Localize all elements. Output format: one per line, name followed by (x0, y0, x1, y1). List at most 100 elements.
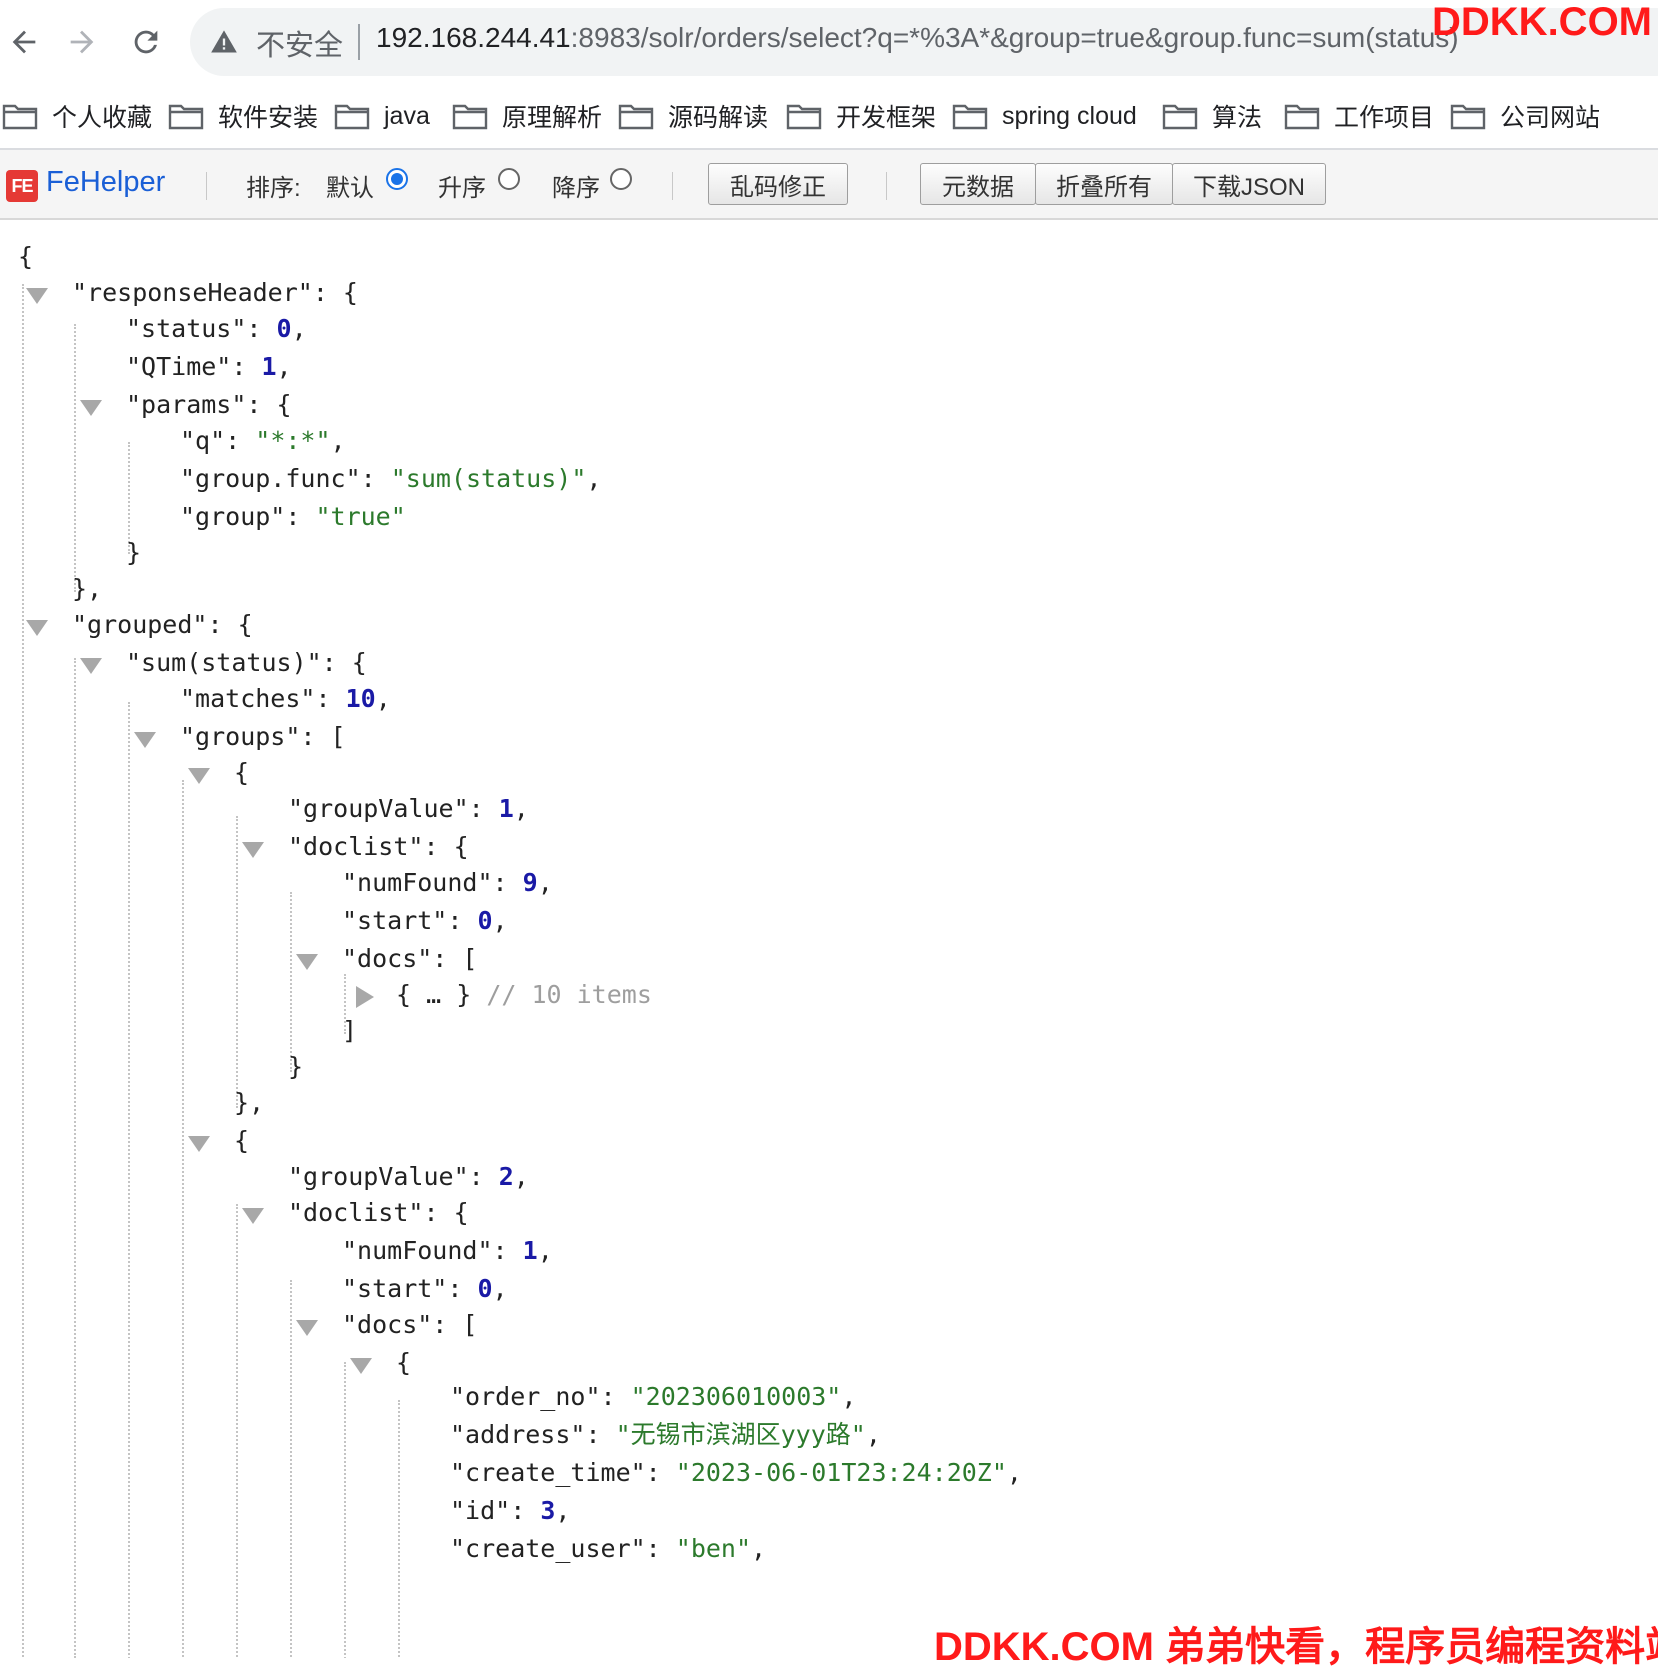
collapse-triangle-icon[interactable] (134, 732, 156, 748)
fix-encoding-button[interactable]: 乱码修正 (708, 163, 848, 205)
sort-option-desc-label: 降序 (552, 175, 600, 202)
json-line: "groups": [ (180, 720, 346, 754)
metadata-button[interactable]: 元数据 (920, 163, 1036, 205)
bookmark-label: spring cloud (1002, 101, 1137, 130)
sort-default-radio[interactable] (386, 168, 408, 190)
json-line: { (18, 240, 33, 274)
json-string: "2023-06-01T23:24:20Z" (675, 1458, 1007, 1487)
bookmark-folder[interactable]: 原理解析 (452, 96, 602, 136)
json-line: { (396, 1346, 411, 1380)
json-token: "doclist": { (288, 832, 469, 861)
json-string: "ben" (675, 1534, 752, 1563)
json-line: { (234, 756, 249, 790)
json-token: "group.func": (180, 464, 391, 493)
json-token: "create_time": (450, 1458, 676, 1487)
bookmark-folder[interactable]: spring cloud (952, 96, 1137, 136)
json-token: "order_no": (450, 1382, 631, 1411)
tree-guide (344, 1362, 346, 1658)
json-token: , (537, 868, 553, 897)
bookmark-label: 工作项目 (1334, 104, 1435, 132)
collapse-triangle-icon[interactable] (26, 288, 48, 304)
json-token: "groupValue": (288, 794, 499, 823)
sort-asc-radio[interactable] (498, 168, 520, 190)
url-text[interactable]: 192.168.244.41:8983/solr/orders/select?q… (376, 22, 1459, 54)
bookmark-folder[interactable]: java (334, 96, 430, 136)
collapse-all-button[interactable]: 折叠所有 (1035, 163, 1173, 205)
json-token: , (586, 464, 602, 493)
bookmark-folder[interactable]: 开发框架 (786, 96, 936, 136)
bookmark-folder[interactable]: 软件安装 (168, 96, 318, 136)
collapse-triangle-icon[interactable] (242, 1208, 264, 1224)
bookmark-folder[interactable]: 算法 (1162, 96, 1262, 136)
download-json-button[interactable]: 下载JSON (1172, 163, 1326, 205)
omnibox-divider (358, 24, 360, 60)
collapse-triangle-icon[interactable] (350, 1358, 372, 1374)
json-line: "responseHeader": { (72, 276, 358, 310)
sort-desc-radio[interactable] (610, 168, 632, 190)
json-line: "sum(status)": { (126, 646, 367, 680)
json-token: } (126, 538, 142, 567)
collapse-triangle-icon[interactable] (80, 400, 102, 416)
json-number: 3 (540, 1496, 556, 1525)
collapse-triangle-icon[interactable] (296, 954, 318, 970)
collapse-triangle-icon[interactable] (80, 658, 102, 674)
back-button[interactable] (0, 18, 48, 66)
json-token: , (291, 314, 307, 343)
folder-icon (334, 104, 370, 130)
json-viewer: { "responseHeader": {"status": 0, "QTime":… (0, 220, 1658, 1658)
collapse-triangle-icon[interactable] (296, 1320, 318, 1336)
bookmark-label: 原理解析 (502, 104, 603, 132)
folder-icon (452, 104, 488, 130)
collapse-triangle-icon[interactable] (242, 842, 264, 858)
json-token: "address": (450, 1420, 616, 1449)
tree-guide (74, 658, 76, 1658)
json-token: "params": { (126, 390, 292, 419)
json-token: "id": (450, 1496, 541, 1525)
collapse-triangle-icon[interactable] (188, 1136, 210, 1152)
json-token: , (492, 1274, 508, 1303)
json-line: "status": 0, (126, 312, 307, 346)
json-line: "order_no": "202306010003", (450, 1380, 856, 1414)
expand-triangle-icon[interactable] (356, 986, 374, 1008)
json-number: 1 (498, 794, 514, 823)
bookmark-folder[interactable]: 工作项目 (1284, 96, 1434, 136)
reload-icon (134, 30, 158, 54)
json-token: "docs": [ (342, 944, 478, 973)
bookmarks-bar: 个人收藏 软件安装 java 原理解析 源码解读 开发框架 spring clo… (0, 84, 1658, 150)
json-number: 1 (261, 352, 277, 381)
reload-button[interactable] (122, 18, 170, 66)
toolbar-divider (672, 172, 673, 200)
fehelper-name[interactable]: FeHelper (46, 166, 165, 199)
folder-icon (2, 104, 38, 130)
json-number: 9 (522, 868, 538, 897)
json-token: , (751, 1534, 767, 1563)
json-token: "QTime": (126, 352, 262, 381)
toolbar-divider (206, 172, 207, 200)
json-line: "matches": 10, (180, 682, 391, 716)
bookmark-folder[interactable]: 个人收藏 (2, 96, 152, 136)
json-token: { (234, 1126, 250, 1155)
tree-guide (236, 816, 238, 1108)
sort-label: 排序: (246, 175, 301, 202)
forward-button[interactable] (58, 18, 106, 66)
json-number: 0 (276, 314, 292, 343)
folder-icon (1450, 104, 1486, 130)
json-line: "group.func": "sum(status)", (180, 462, 601, 496)
collapse-triangle-icon[interactable] (26, 620, 48, 636)
json-token: "numFound": (342, 1236, 523, 1265)
bookmark-folder[interactable]: 源码解读 (618, 96, 768, 136)
json-token: "grouped": { (72, 610, 253, 639)
collapse-triangle-icon[interactable] (188, 768, 210, 784)
bookmark-folder[interactable]: 公司网站 (1450, 96, 1600, 136)
security-label[interactable]: 不安全 (256, 22, 343, 64)
url-path: :8983/solr/orders/select?q=*%3A*&group=t… (570, 22, 1459, 53)
folder-icon (1162, 104, 1198, 130)
json-line: }, (234, 1086, 264, 1120)
warning-icon (211, 30, 237, 53)
json-token: , (537, 1236, 553, 1265)
json-line: "start": 0, (342, 904, 508, 938)
json-line: "docs": [ (342, 942, 477, 976)
json-line: } (126, 536, 141, 570)
json-line: "id": 3, (450, 1494, 570, 1528)
arrow-right-icon (70, 30, 94, 54)
